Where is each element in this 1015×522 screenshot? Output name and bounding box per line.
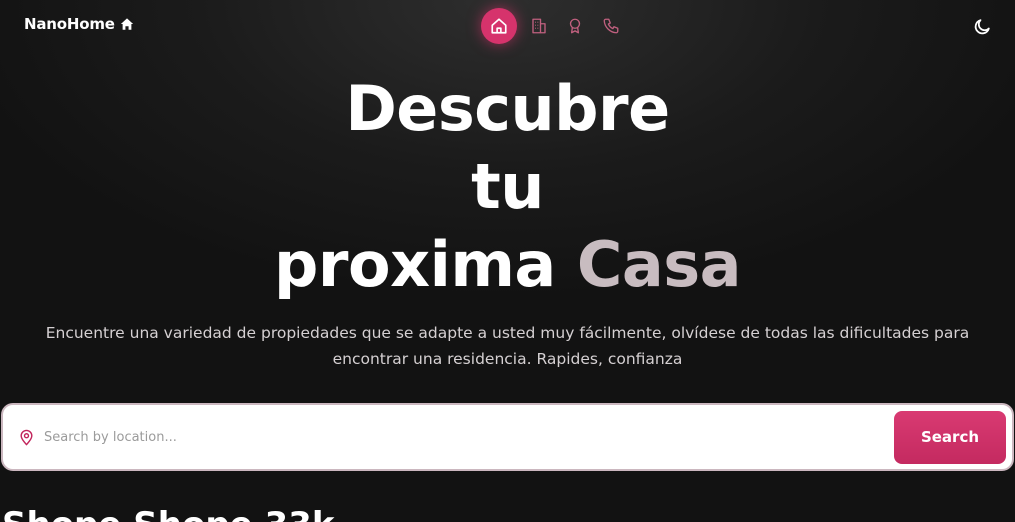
search-bar: Search xyxy=(1,403,1014,471)
next-section-heading: Shope Shope 33k xyxy=(2,505,335,522)
top-navigation: NanoHome xyxy=(0,0,1015,52)
home-icon xyxy=(491,18,507,34)
nav-properties[interactable] xyxy=(525,8,553,44)
main-nav xyxy=(481,8,625,44)
nav-home[interactable] xyxy=(481,8,517,44)
moon-icon xyxy=(974,18,990,34)
hero-title-line-1: Descubre xyxy=(345,72,670,145)
location-pin-icon xyxy=(18,428,36,446)
search-input[interactable] xyxy=(44,417,894,457)
theme-toggle-button[interactable] xyxy=(971,15,993,37)
nav-contact[interactable] xyxy=(597,8,625,44)
award-icon xyxy=(569,18,581,34)
hero-subtitle: Encuentre una variedad de propiedades qu… xyxy=(20,320,995,372)
hero-title-accent-word: Casa xyxy=(576,228,742,301)
building-icon xyxy=(532,18,546,34)
brand-logo[interactable]: NanoHome xyxy=(24,15,134,33)
page: NanoHome Descubre tu proxima Casa Encuen… xyxy=(0,0,1015,522)
hero-title-line-2: tu xyxy=(471,150,544,223)
search-button[interactable]: Search xyxy=(894,410,1006,464)
hero-title: Descubre tu proxima Casa xyxy=(0,70,1015,304)
nav-awards[interactable] xyxy=(561,8,589,44)
home-icon xyxy=(120,17,134,31)
brand-name: NanoHome xyxy=(24,15,115,33)
phone-icon xyxy=(603,18,619,34)
hero-title-main-word: proxima xyxy=(274,228,556,301)
hero-subtitle-line-2: encontrar una residencia. Rapides, confi… xyxy=(332,350,683,368)
hero-title-line-3: proxima Casa xyxy=(0,226,1015,304)
hero-subtitle-line-1: Encuentre una variedad de propiedades qu… xyxy=(45,324,970,342)
